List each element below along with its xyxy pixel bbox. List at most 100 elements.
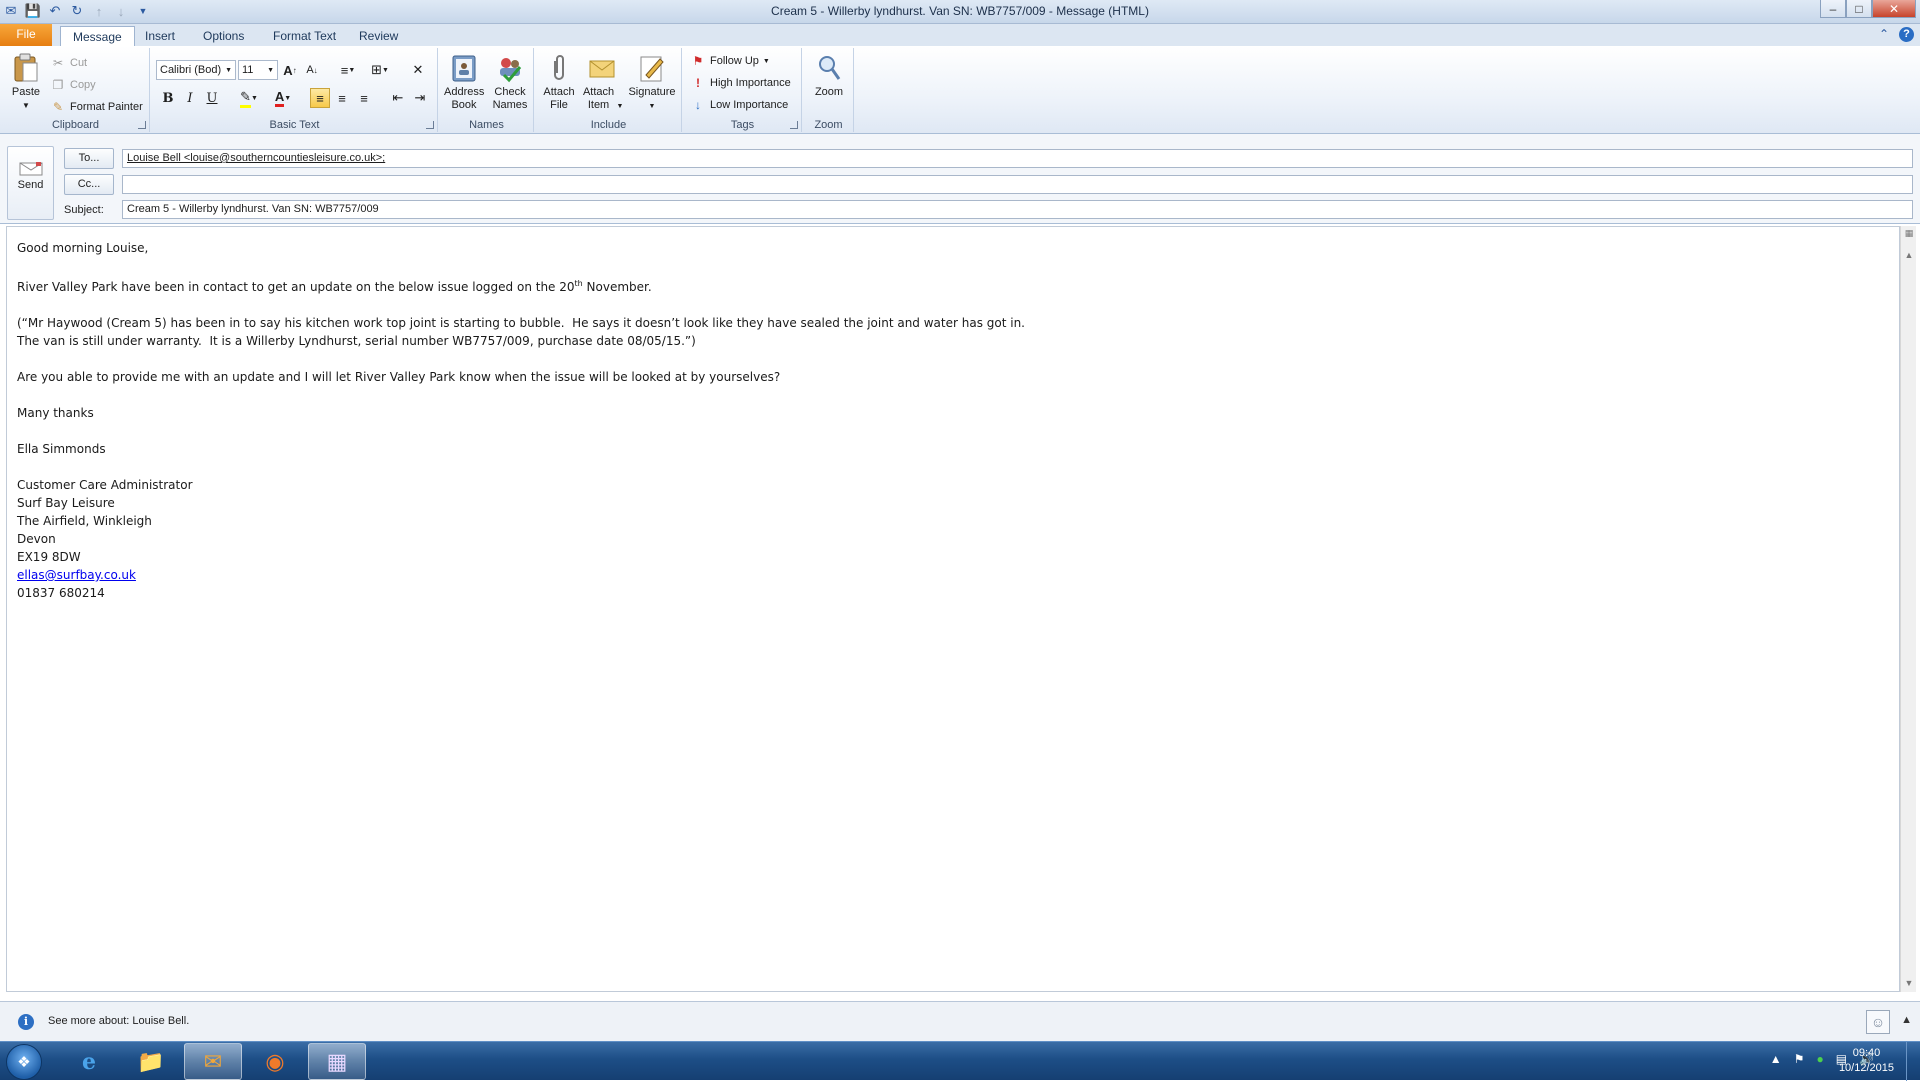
highlight-color-button[interactable]: ✎ ▼ (234, 88, 264, 108)
status-green-icon[interactable]: ● (1816, 1052, 1823, 1066)
scroll-down-icon[interactable]: ▼ (1903, 978, 1915, 990)
numbering-icon[interactable]: ⊞ ▼ (366, 60, 394, 80)
attach-file-button[interactable]: Attach File (538, 52, 580, 112)
font-name-combo[interactable]: Calibri (Bod) ▼ (156, 60, 236, 80)
bold-button[interactable]: B (158, 88, 178, 108)
address-book-label: Address Book (444, 86, 485, 111)
align-right-icon[interactable]: ≡ (354, 88, 374, 108)
high-importance-button[interactable]: ! High Importance (690, 74, 791, 92)
clipboard-dialog-launcher-icon[interactable] (138, 121, 146, 129)
action-center-flag-icon[interactable]: ⚑ (1794, 1052, 1805, 1066)
shrink-font-icon[interactable]: A ↓ (302, 60, 322, 80)
check-names-button[interactable]: Check Names (488, 52, 532, 112)
contact-avatar-icon[interactable]: ☺ (1866, 1010, 1890, 1034)
firefox-icon[interactable]: ◉ (246, 1043, 304, 1080)
low-importance-button[interactable]: ↓ Low Importance (690, 96, 788, 114)
subject-label: Subject: (64, 204, 104, 216)
scroll-up-icon[interactable]: ▲ (1903, 250, 1915, 262)
paste-button[interactable]: Paste ▼ (6, 52, 46, 112)
people-pane-bar: i See more about: Louise Bell. ☺ ▲ (0, 1001, 1920, 1041)
start-button-icon[interactable]: ❖ (6, 1044, 42, 1080)
people-pane-text[interactable]: See more about: Louise Bell. (48, 1015, 189, 1027)
zoom-button[interactable]: Zoom (808, 52, 850, 99)
follow-up-dropdown-icon[interactable]: ▼ (763, 58, 770, 65)
clear-formatting-icon[interactable]: ✕ (408, 60, 428, 80)
font-size-dropdown-icon[interactable]: ▼ (267, 67, 274, 74)
signature-company: Surf Bay Leisure (17, 496, 115, 510)
font-color-button[interactable]: A ▼ (268, 88, 298, 108)
cc-field[interactable] (122, 175, 1913, 194)
copy-icon: ❐ (52, 78, 64, 92)
paste-dropdown-icon[interactable]: ▼ (22, 101, 30, 110)
show-desktop-button[interactable] (1906, 1042, 1920, 1081)
info-icon: i (18, 1014, 34, 1030)
tab-options[interactable]: Options (191, 26, 256, 46)
close-button[interactable]: ✕ (1872, 0, 1916, 18)
underline-button[interactable]: U (202, 88, 222, 108)
show-hidden-icons-icon[interactable]: ▲ (1770, 1052, 1782, 1066)
font-name-dropdown-icon[interactable]: ▼ (225, 67, 232, 74)
bullets-icon[interactable]: ≡ ▼ (334, 60, 362, 80)
format-painter-button[interactable]: ✎ Format Painter (50, 98, 143, 116)
align-left-icon[interactable]: ≡ (310, 88, 330, 108)
subject-field[interactable]: Cream 5 - Willerby lyndhurst. Van SN: WB… (122, 200, 1913, 219)
ruler-toggle-icon[interactable]: ▦ (1903, 228, 1915, 240)
body-scrollbar[interactable]: ▦ ▲ ▼ (1900, 226, 1916, 992)
message-body[interactable]: Good morning Louise, River Valley Park h… (6, 226, 1900, 992)
outlook-taskbar-icon[interactable]: ✉ (184, 1043, 242, 1080)
paperclip-icon (544, 52, 574, 84)
italic-button[interactable]: I (180, 88, 200, 108)
to-field[interactable]: Louise Bell <louise@southerncountiesleis… (122, 149, 1913, 168)
font-size-combo[interactable]: 11 ▼ (238, 60, 278, 80)
to-recipient[interactable]: Louise Bell <louise@southerncountiesleis… (127, 152, 385, 164)
taskbar-clock[interactable]: 09:40 10/12/2015 (1839, 1046, 1894, 1076)
minimize-ribbon-icon[interactable]: ⌃ (1879, 27, 1889, 42)
tab-format-text[interactable]: Format Text (261, 26, 348, 46)
sender-name: Ella Simmonds (17, 442, 106, 456)
tab-file[interactable]: File (0, 24, 52, 46)
increase-indent-icon[interactable]: ⇥ (410, 88, 430, 108)
align-center-icon[interactable]: ≡ (332, 88, 352, 108)
help-icon[interactable]: ? (1899, 27, 1914, 42)
minimize-button[interactable]: – (1820, 0, 1846, 18)
send-button[interactable]: Send (7, 146, 54, 220)
cut-button[interactable]: ✂ Cut (50, 54, 87, 72)
tags-dialog-launcher-icon[interactable] (790, 121, 798, 129)
follow-up-button[interactable]: ⚑ Follow Up ▼ (690, 52, 770, 70)
address-book-button[interactable]: Address Book (442, 52, 486, 112)
group-basic-text: Calibri (Bod) ▼ 11 ▼ A ↑ A ↓ ≡ ▼ ⊞ ▼ ✕ B I U ✎… (152, 48, 438, 132)
file-explorer-icon[interactable]: 📁 (122, 1043, 180, 1080)
signature-phone: 01837 680214 (17, 586, 105, 600)
decrease-indent-icon[interactable]: ⇤ (388, 88, 408, 108)
cc-button[interactable]: Cc... (64, 174, 114, 195)
signature-button[interactable]: Signature ▼ (624, 52, 680, 113)
high-importance-label: High Importance (710, 77, 791, 89)
internet-explorer-icon[interactable]: e (60, 1043, 118, 1080)
highlighter-icon: ✎ (240, 89, 251, 108)
attach-item-dropdown-icon[interactable]: ▼ (617, 103, 624, 110)
attach-item-button[interactable]: Attach Item ▼ (580, 52, 624, 113)
tab-insert[interactable]: Insert (133, 26, 187, 46)
copy-button[interactable]: ❐ Copy (50, 76, 96, 94)
grow-font-icon[interactable]: A ↑ (280, 60, 300, 80)
font-color-dropdown-icon[interactable]: ▼ (284, 95, 291, 102)
maximize-button[interactable]: □ (1846, 0, 1872, 18)
tab-message[interactable]: Message (60, 26, 135, 46)
para1-before: River Valley Park have been in contact t… (17, 280, 575, 294)
copy-label: Copy (70, 79, 96, 91)
app-grid-icon[interactable]: ▦ (308, 1043, 366, 1080)
highlight-dropdown-icon[interactable]: ▼ (251, 95, 258, 102)
ribbon-right-controls: ⌃ ? (1879, 27, 1914, 42)
paragraph-question: Are you able to provide me with an updat… (17, 370, 781, 384)
envelope-icon (587, 52, 617, 84)
signature-dropdown-icon[interactable]: ▼ (649, 103, 656, 110)
basic-text-dialog-launcher-icon[interactable] (426, 121, 434, 129)
greeting: Good morning Louise, (17, 241, 149, 255)
to-button[interactable]: To... (64, 148, 114, 169)
paste-icon (11, 52, 41, 84)
signature-email-link[interactable]: ellas@surfbay.co.uk (17, 568, 136, 582)
cut-label: Cut (70, 57, 88, 69)
tab-review[interactable]: Review (347, 26, 410, 46)
expand-people-pane-icon[interactable]: ▲ (1901, 1014, 1912, 1026)
ribbon-tabs: File Message Insert Options Format Text … (0, 24, 1920, 46)
